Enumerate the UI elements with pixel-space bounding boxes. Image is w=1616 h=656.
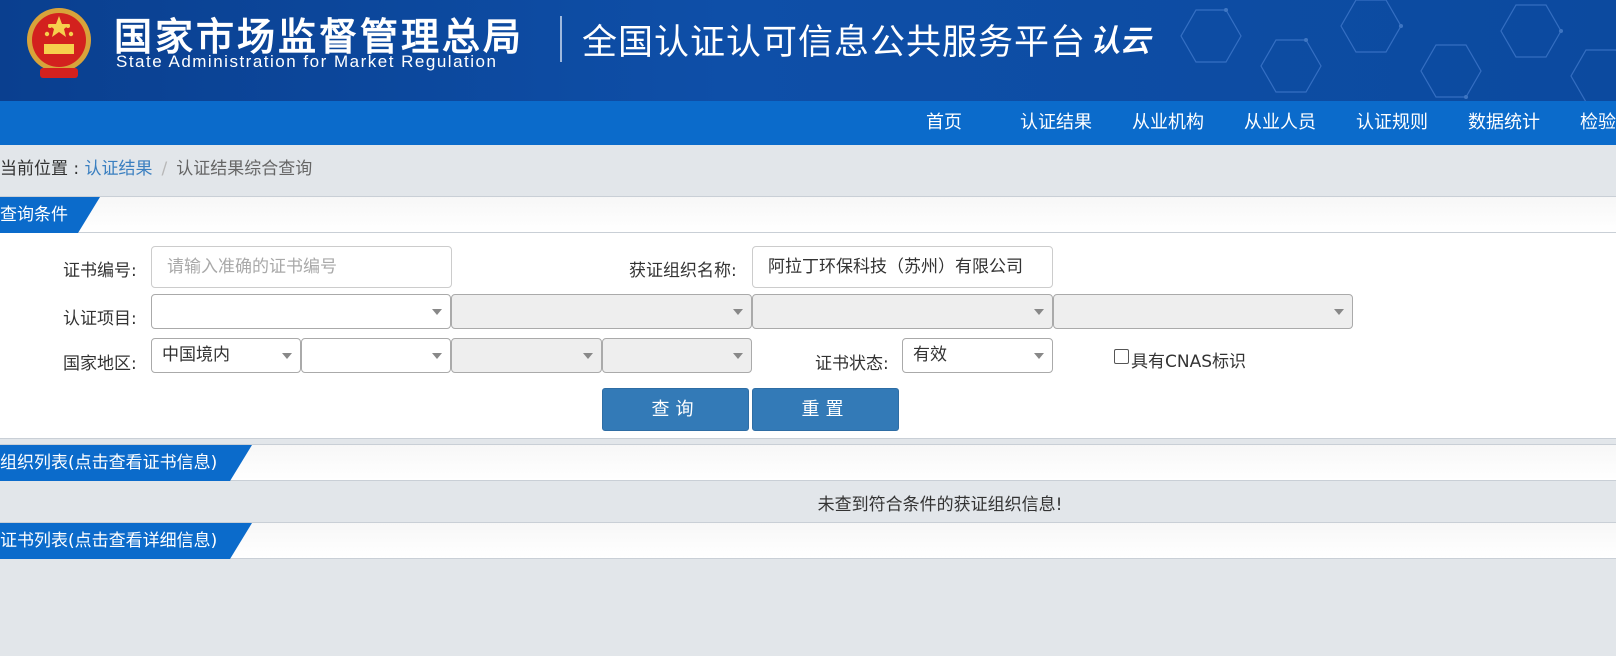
org-list-title[interactable]: 组织列表(点击查看证书信息)	[0, 445, 252, 481]
cnas-checkbox-label: 具有CNAS标识	[1131, 352, 1247, 372]
cnas-checkbox[interactable]	[1114, 349, 1129, 364]
chevron-down-icon	[432, 353, 442, 359]
nav-item-cert-results[interactable]: 认证结果	[1020, 101, 1092, 145]
query-section-header: 查询条件	[0, 196, 1616, 233]
org-list-header: 组织列表(点击查看证书信息)	[0, 444, 1616, 481]
cert-status-select[interactable]: 有效	[902, 338, 1053, 373]
cert-no-label: 证书编号:	[63, 261, 137, 281]
cert-status-value: 有效	[913, 345, 947, 365]
breadcrumb-prefix: 当前位置 :	[0, 159, 85, 179]
org-list-empty-message: 未查到符合条件的获证组织信息!	[817, 495, 1063, 515]
chevron-down-icon	[1034, 309, 1044, 315]
national-emblem-icon	[27, 8, 91, 78]
agency-name-en: State Administration for Market Regulati…	[116, 52, 498, 71]
org-name-input[interactable]: 阿拉丁环保科技（苏州）有限公司	[752, 246, 1053, 288]
region-select-country[interactable]: 中国境内	[151, 338, 301, 373]
query-section-title: 查询条件	[0, 197, 100, 233]
breadcrumb-link-cert-results[interactable]: 认证结果	[85, 159, 153, 179]
cert-project-select-4[interactable]	[1053, 294, 1353, 329]
platform-title: 全国认证认可信息公共服务平台	[582, 23, 1087, 63]
chevron-down-icon	[1034, 353, 1044, 359]
org-name-label: 获证组织名称:	[629, 261, 737, 281]
nav-item-personnel[interactable]: 从业人员	[1244, 101, 1316, 145]
region-select-province[interactable]	[301, 338, 451, 373]
main-nav: 首页 认证结果 从业机构 从业人员 认证规则 数据统计 检验	[0, 101, 1616, 145]
cert-project-select-1[interactable]	[151, 294, 451, 329]
region-select-value: 中国境内	[162, 345, 230, 365]
cert-status-label: 证书状态:	[815, 354, 889, 374]
cert-project-select-2[interactable]	[451, 294, 752, 329]
region-label: 国家地区:	[63, 354, 137, 374]
nav-item-home[interactable]: 首页	[926, 101, 962, 145]
cert-project-label: 认证项目:	[63, 309, 137, 329]
nav-item-inspection[interactable]: 检验	[1580, 101, 1616, 145]
chevron-down-icon	[583, 353, 593, 359]
renyun-logo: 认云	[1090, 24, 1150, 59]
chevron-down-icon	[733, 353, 743, 359]
reset-button[interactable]: 重置	[752, 388, 899, 431]
header-divider	[560, 16, 562, 62]
search-button[interactable]: 查询	[602, 388, 749, 431]
chevron-down-icon	[733, 309, 743, 315]
chevron-down-icon	[432, 309, 442, 315]
region-select-city[interactable]	[451, 338, 602, 373]
chevron-down-icon	[1334, 309, 1344, 315]
cert-list-title[interactable]: 证书列表(点击查看详细信息)	[0, 523, 252, 559]
breadcrumb-separator: /	[161, 159, 168, 179]
cert-project-select-3[interactable]	[752, 294, 1053, 329]
breadcrumb-current: 认证结果综合查询	[176, 159, 313, 179]
nav-item-statistics[interactable]: 数据统计	[1468, 101, 1540, 145]
chevron-down-icon	[282, 353, 292, 359]
nav-item-institutions[interactable]: 从业机构	[1132, 101, 1204, 145]
region-select-district[interactable]	[602, 338, 752, 373]
cert-no-input[interactable]: 请输入准确的证书编号	[151, 246, 452, 288]
hexagon-pattern-icon	[1180, 0, 1616, 101]
nav-item-rules[interactable]: 认证规则	[1356, 101, 1428, 145]
cert-list-header: 证书列表(点击查看详细信息)	[0, 522, 1616, 559]
breadcrumb: 当前位置 : 认证结果 / 认证结果综合查询	[0, 154, 312, 179]
header-banner: 国家市场监督管理总局 State Administration for Mark…	[0, 0, 1616, 101]
